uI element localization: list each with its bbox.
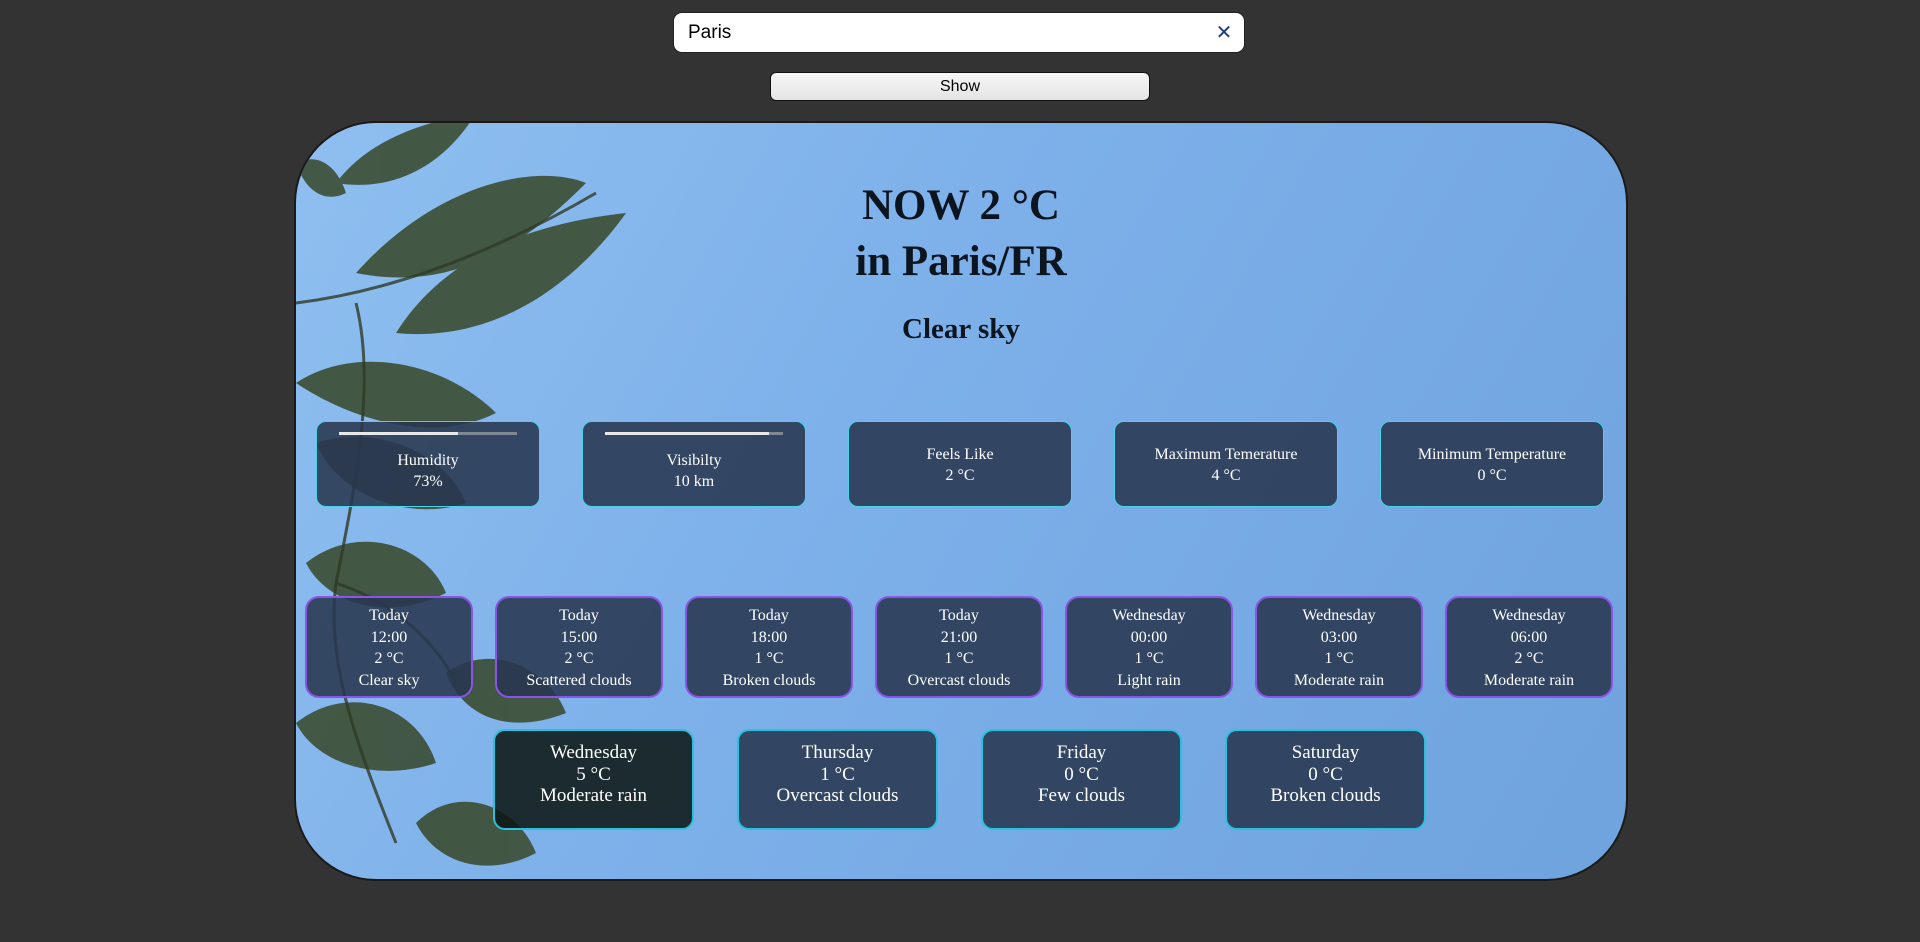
stat-max-temp: Maximum Temerature 4 °C — [1114, 421, 1338, 507]
daily-temp: 5 °C — [576, 763, 611, 785]
hourly-card: Today 15:00 2 °C Scattered clouds — [495, 596, 663, 698]
stat-label: Maximum Temerature — [1154, 446, 1298, 463]
stat-visibility: Visibilty 10 km — [582, 421, 806, 507]
daily-card: Saturday 0 °C Broken clouds — [1225, 729, 1426, 830]
hourly-desc: Overcast clouds — [907, 671, 1011, 689]
hourly-time: 12:00 — [370, 628, 408, 646]
daily-day: Saturday — [1291, 742, 1360, 763]
current-location-line: in Paris/FR — [855, 238, 1067, 285]
hourly-card: Today 21:00 1 °C Overcast clouds — [875, 596, 1043, 698]
daily-day: Wednesday — [549, 742, 638, 763]
hourly-desc: Clear sky — [358, 671, 420, 689]
stat-value: 10 km — [673, 473, 715, 490]
current-description: Clear sky — [902, 313, 1020, 345]
daily-card: Thursday 1 °C Overcast clouds — [737, 729, 938, 830]
daily-desc: Few clouds — [1037, 785, 1126, 806]
hourly-temp: 1 °C — [944, 650, 974, 667]
daily-temp: 1 °C — [820, 763, 855, 785]
stat-min-temp: Minimum Temperature 0 °C — [1380, 421, 1604, 507]
daily-card: Wednesday 5 °C Moderate rain — [493, 729, 694, 830]
visibility-bar — [605, 432, 783, 435]
search-input[interactable] — [688, 15, 1188, 50]
daily-desc: Moderate rain — [539, 785, 648, 806]
hourly-card: Today 18:00 1 °C Broken clouds — [685, 596, 853, 698]
hourly-temp: 1 °C — [1134, 650, 1164, 667]
hourly-card: Wednesday 00:00 1 °C Light rain — [1065, 596, 1233, 698]
hourly-desc: Broken clouds — [722, 671, 816, 689]
stat-value: 73% — [413, 473, 443, 490]
hourly-temp: 2 °C — [374, 650, 404, 667]
hourly-time: 00:00 — [1130, 628, 1168, 646]
daily-day: Thursday — [801, 742, 874, 763]
daily-temp: 0 °C — [1308, 763, 1343, 785]
stat-feels-like: Feels Like 2 °C — [848, 421, 1072, 507]
hourly-day: Today — [369, 607, 409, 624]
hourly-temp: 2 °C — [1514, 650, 1544, 667]
daily-day: Friday — [1056, 742, 1107, 763]
hourly-day: Today — [749, 607, 789, 624]
hourly-time: 03:00 — [1320, 628, 1358, 646]
show-button[interactable]: Show — [770, 72, 1150, 101]
stat-label: Feels Like — [926, 446, 994, 463]
stat-label: Minimum Temperature — [1417, 446, 1567, 463]
hourly-desc: Moderate rain — [1293, 671, 1385, 689]
humidity-bar — [339, 432, 517, 435]
stat-value: 4 °C — [1211, 467, 1241, 484]
daily-card: Friday 0 °C Few clouds — [981, 729, 1182, 830]
current-temp-line: NOW 2 °C — [862, 182, 1060, 229]
hourly-card: Wednesday 06:00 2 °C Moderate rain — [1445, 596, 1613, 698]
hourly-card: Wednesday 03:00 1 °C Moderate rain — [1255, 596, 1423, 698]
hourly-temp: 1 °C — [754, 650, 784, 667]
hourly-desc: Light rain — [1117, 671, 1181, 689]
daily-desc: Overcast clouds — [776, 785, 899, 806]
hourly-temp: 2 °C — [564, 650, 594, 667]
hourly-desc: Scattered clouds — [526, 671, 632, 689]
hourly-day: Wednesday — [1492, 607, 1566, 624]
visibility-bar-fill — [605, 432, 769, 435]
daily-temp: 0 °C — [1064, 763, 1099, 785]
hourly-day: Today — [939, 607, 979, 624]
stat-label: Humidity — [397, 452, 459, 469]
stat-value: 2 °C — [945, 467, 975, 484]
hourly-temp: 1 °C — [1324, 650, 1354, 667]
hourly-time: 18:00 — [750, 628, 788, 646]
hourly-time: 21:00 — [940, 628, 978, 646]
humidity-bar-fill — [339, 432, 459, 435]
clear-icon[interactable]: ✕ — [1214, 21, 1234, 43]
hourly-day: Wednesday — [1112, 607, 1186, 624]
current-weather-title: NOW 2 °C in Paris/FR — [296, 178, 1626, 290]
hourly-time: 06:00 — [1510, 628, 1548, 646]
weather-panel: NOW 2 °C in Paris/FR Clear sky Humidity … — [296, 123, 1626, 879]
search-box[interactable]: ✕ — [674, 13, 1244, 52]
hourly-day: Wednesday — [1302, 607, 1376, 624]
hourly-day: Today — [559, 607, 599, 624]
hourly-desc: Moderate rain — [1483, 671, 1575, 689]
stat-label: Visibilty — [666, 452, 722, 469]
daily-desc: Broken clouds — [1270, 785, 1381, 806]
hourly-card: Today 12:00 2 °C Clear sky — [305, 596, 473, 698]
stat-humidity: Humidity 73% — [316, 421, 540, 507]
hourly-time: 15:00 — [560, 628, 598, 646]
stat-value: 0 °C — [1477, 467, 1507, 484]
